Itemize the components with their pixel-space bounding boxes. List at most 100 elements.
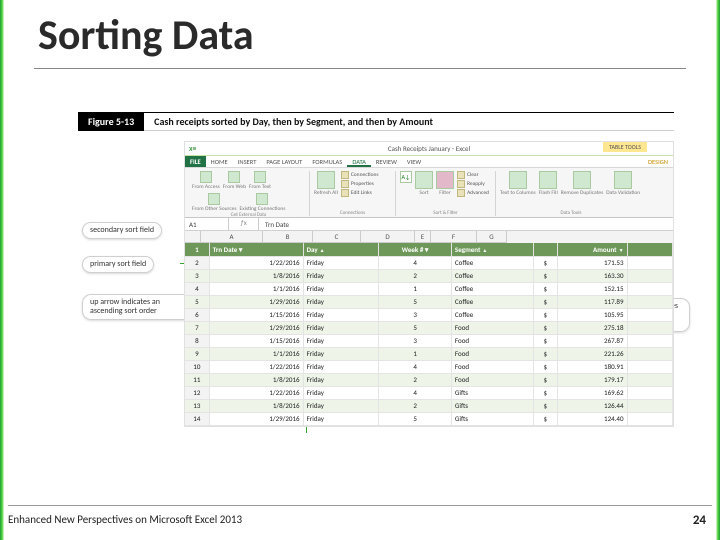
cell[interactable] bbox=[627, 412, 672, 425]
cell-day[interactable]: Friday bbox=[303, 308, 379, 321]
cell-week[interactable]: 5 bbox=[379, 295, 452, 308]
cell-amount[interactable]: 124.40 bbox=[557, 412, 627, 425]
cell-trn-date[interactable]: 1/15/2016 bbox=[209, 308, 303, 321]
cell-week[interactable]: 5 bbox=[379, 412, 452, 425]
cell-week[interactable]: 4 bbox=[379, 256, 452, 269]
cell-week[interactable]: 5 bbox=[379, 321, 452, 334]
row-header[interactable]: 10 bbox=[185, 360, 209, 373]
row-header[interactable]: 6 bbox=[185, 308, 209, 321]
cell-day[interactable]: Friday bbox=[303, 321, 379, 334]
cell-segment[interactable]: Food bbox=[451, 321, 533, 334]
cell-amount[interactable]: 221.26 bbox=[557, 347, 627, 360]
header-amount[interactable]: Amount bbox=[557, 243, 627, 256]
cell-currency[interactable]: $ bbox=[533, 347, 557, 360]
from-access-button[interactable]: From Access bbox=[192, 171, 220, 190]
row-header[interactable]: 2 bbox=[185, 256, 209, 269]
col-header-e[interactable]: E bbox=[415, 231, 431, 243]
cell-day[interactable]: Friday bbox=[303, 295, 379, 308]
cell[interactable] bbox=[627, 243, 672, 256]
cell[interactable] bbox=[627, 282, 672, 295]
cell-amount[interactable]: 105.95 bbox=[557, 308, 627, 321]
properties-button[interactable]: Properties bbox=[341, 180, 379, 188]
cell-trn-date[interactable]: 1/29/2016 bbox=[209, 412, 303, 425]
cell-week[interactable]: 2 bbox=[379, 269, 452, 282]
row-header[interactable]: 12 bbox=[185, 386, 209, 399]
cell-week[interactable]: 1 bbox=[379, 347, 452, 360]
tab-file[interactable]: FILE bbox=[185, 156, 206, 167]
filter-button[interactable]: Filter bbox=[436, 171, 454, 197]
cell-currency[interactable]: $ bbox=[533, 321, 557, 334]
cell-day[interactable]: Friday bbox=[303, 282, 379, 295]
col-header-g[interactable]: G bbox=[477, 231, 507, 243]
cell-day[interactable]: Friday bbox=[303, 256, 379, 269]
cell-amount[interactable]: 275.18 bbox=[557, 321, 627, 334]
cell-week[interactable]: 4 bbox=[379, 360, 452, 373]
row-header[interactable]: 8 bbox=[185, 334, 209, 347]
clear-button[interactable]: Clear bbox=[457, 171, 489, 179]
cell-amount[interactable]: 169.62 bbox=[557, 386, 627, 399]
select-all[interactable] bbox=[185, 231, 201, 243]
cell[interactable] bbox=[627, 269, 672, 282]
sort-button[interactable]: Sort bbox=[415, 171, 433, 197]
cell[interactable] bbox=[627, 386, 672, 399]
reapply-button[interactable]: Reapply bbox=[457, 180, 489, 188]
cell-currency[interactable]: $ bbox=[533, 269, 557, 282]
az-button[interactable]: A↓ bbox=[400, 171, 412, 197]
cell[interactable] bbox=[627, 360, 672, 373]
header-week[interactable]: Week # ▾ bbox=[379, 243, 452, 256]
cell-segment[interactable]: Gifts bbox=[451, 399, 533, 412]
cell-day[interactable]: Friday bbox=[303, 399, 379, 412]
from-text-button[interactable]: From Text bbox=[249, 171, 271, 190]
cell-trn-date[interactable]: 1/22/2016 bbox=[209, 360, 303, 373]
from-web-button[interactable]: From Web bbox=[223, 171, 246, 190]
tab-view[interactable]: VIEW bbox=[402, 156, 426, 167]
row-header[interactable]: 1 bbox=[185, 243, 209, 256]
row-header[interactable]: 14 bbox=[185, 412, 209, 425]
row-header[interactable]: 9 bbox=[185, 347, 209, 360]
remove-duplicates-button[interactable]: Remove Duplicates bbox=[561, 171, 604, 196]
tab-home[interactable]: HOME bbox=[206, 156, 233, 167]
cell-trn-date[interactable]: 1/22/2016 bbox=[209, 256, 303, 269]
cell-day[interactable]: Friday bbox=[303, 386, 379, 399]
row-header[interactable]: 3 bbox=[185, 269, 209, 282]
advanced-button[interactable]: Advanced bbox=[457, 189, 489, 197]
tab-page-layout[interactable]: PAGE LAYOUT bbox=[261, 156, 307, 167]
cell-day[interactable]: Friday bbox=[303, 373, 379, 386]
cell-currency[interactable]: $ bbox=[533, 295, 557, 308]
cell-trn-date[interactable]: 1/8/2016 bbox=[209, 269, 303, 282]
cell-week[interactable]: 2 bbox=[379, 373, 452, 386]
cell-amount[interactable]: 117.89 bbox=[557, 295, 627, 308]
cell-trn-date[interactable]: 1/22/2016 bbox=[209, 386, 303, 399]
cell-currency[interactable]: $ bbox=[533, 412, 557, 425]
cell[interactable] bbox=[627, 334, 672, 347]
col-header-d[interactable]: D bbox=[361, 231, 415, 243]
cell-segment[interactable]: Gifts bbox=[451, 412, 533, 425]
cell-currency[interactable]: $ bbox=[533, 256, 557, 269]
cell[interactable] bbox=[627, 295, 672, 308]
cell-currency[interactable]: $ bbox=[533, 308, 557, 321]
cell[interactable] bbox=[627, 347, 672, 360]
cell-trn-date[interactable]: 1/1/2016 bbox=[209, 347, 303, 360]
from-other-button[interactable]: From Other Sources bbox=[192, 193, 237, 212]
row-header[interactable]: 5 bbox=[185, 295, 209, 308]
header-segment[interactable]: Segment bbox=[451, 243, 533, 256]
formula-bar[interactable]: Trn Date bbox=[259, 218, 673, 230]
cell[interactable] bbox=[627, 321, 672, 334]
cell-trn-date[interactable]: 1/8/2016 bbox=[209, 373, 303, 386]
cell-segment[interactable]: Food bbox=[451, 373, 533, 386]
connections-button[interactable]: Connections bbox=[341, 171, 379, 179]
edit-links-button[interactable]: Edit Links bbox=[341, 189, 379, 197]
row-header[interactable]: 4 bbox=[185, 282, 209, 295]
tab-review[interactable]: REVIEW bbox=[371, 156, 402, 167]
cell-week[interactable]: 3 bbox=[379, 308, 452, 321]
cell-trn-date[interactable]: 1/1/2016 bbox=[209, 282, 303, 295]
col-header-f[interactable]: F bbox=[431, 231, 477, 243]
cell-amount[interactable]: 180.91 bbox=[557, 360, 627, 373]
cell-currency[interactable]: $ bbox=[533, 360, 557, 373]
cell[interactable] bbox=[627, 308, 672, 321]
cell-day[interactable]: Friday bbox=[303, 334, 379, 347]
cell[interactable] bbox=[627, 373, 672, 386]
fx-icon[interactable]: ƒx bbox=[229, 218, 259, 230]
text-to-columns-button[interactable]: Text to Columns bbox=[500, 171, 536, 196]
cell-currency[interactable]: $ bbox=[533, 399, 557, 412]
